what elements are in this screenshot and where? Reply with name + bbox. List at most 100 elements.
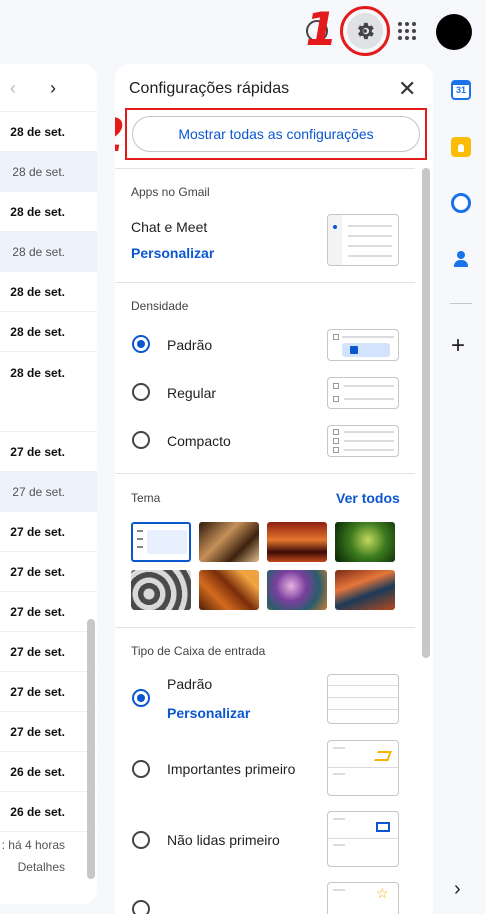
theme-pipes[interactable] xyxy=(131,570,191,610)
avatar[interactable] xyxy=(436,14,472,50)
show-all-settings-button[interactable]: Mostrar todas as configurações xyxy=(132,116,420,152)
table-row[interactable]: 28 de set. xyxy=(0,352,97,432)
pagination-nav: ‹ › xyxy=(0,64,97,112)
theme-canyon[interactable] xyxy=(267,522,327,562)
table-row[interactable]: 28 de set. xyxy=(0,312,97,352)
inbox-unread-thumbnail xyxy=(327,811,399,867)
tasks-icon[interactable] xyxy=(451,193,471,213)
settings-button[interactable] xyxy=(347,13,383,49)
apps-grid-icon[interactable] xyxy=(396,20,418,42)
table-row[interactable]: 26 de set. xyxy=(0,752,97,792)
apps-customize-link[interactable]: Personalizar xyxy=(131,245,214,261)
density-default-radio[interactable] xyxy=(132,335,150,353)
table-row[interactable]: 27 de set. xyxy=(0,472,97,512)
density-regular-label: Regular xyxy=(167,385,217,401)
apps-section-title: Apps no Gmail xyxy=(131,185,210,199)
table-row[interactable]: 27 de set. xyxy=(0,632,97,672)
add-addon-icon[interactable]: + xyxy=(451,334,465,358)
row-date: 27 de set. xyxy=(10,724,65,739)
chevron-right-icon[interactable]: › xyxy=(454,878,461,901)
inbox-starred-thumbnail: ☆ xyxy=(327,882,399,914)
row-date: 28 de set. xyxy=(10,124,65,139)
inbox-type-section-title: Tipo de Caixa de entrada xyxy=(131,644,266,658)
row-date: 27 de set. xyxy=(12,484,65,499)
table-row[interactable]: 28 de set. xyxy=(0,152,97,192)
row-date: 28 de set. xyxy=(10,204,65,219)
panel-scrollbar[interactable] xyxy=(422,168,430,658)
mail-rows: 28 de set. 28 de set. 28 de set. 28 de set.… xyxy=(0,112,97,832)
close-icon[interactable]: ✕ xyxy=(398,76,416,102)
density-compact-radio[interactable] xyxy=(132,431,150,449)
mail-list-panel: ‹ › 28 de set. 28 de set. 28 de set. 28 de … xyxy=(0,64,97,904)
table-row[interactable]: 28 de set. xyxy=(0,272,97,312)
density-default-thumbnail xyxy=(327,329,399,361)
chevron-right-icon[interactable]: › xyxy=(50,78,56,99)
row-date: 27 de set. xyxy=(10,684,65,699)
row-date: 28 de set. xyxy=(10,366,65,380)
theme-view-all-link[interactable]: Ver todos xyxy=(336,490,400,506)
table-row[interactable]: 26 de set. xyxy=(0,792,97,832)
row-date: 27 de set. xyxy=(10,524,65,539)
density-section-title: Densidade xyxy=(131,299,189,313)
annotation-one: 1 xyxy=(300,2,342,56)
top-bar: 1 xyxy=(0,0,486,62)
row-date: 28 de set. xyxy=(12,244,65,259)
inbox-unread-radio[interactable] xyxy=(132,831,150,849)
divider xyxy=(115,282,415,283)
panel-title: Configurações rápidas xyxy=(129,80,290,97)
row-date: 28 de set. xyxy=(10,324,65,339)
inbox-important-thumbnail xyxy=(327,740,399,796)
density-regular-radio[interactable] xyxy=(132,383,150,401)
inbox-default-radio[interactable] xyxy=(132,689,150,707)
theme-section-title: Tema xyxy=(131,491,161,505)
table-row[interactable]: 27 de set. xyxy=(0,592,97,632)
inbox-default-label: Padrão xyxy=(167,676,213,692)
row-date: 27 de set. xyxy=(10,444,65,459)
table-row[interactable]: 28 de set. xyxy=(0,232,97,272)
calendar-day: 31 xyxy=(455,85,466,95)
row-date: 26 de set. xyxy=(10,764,65,779)
table-row[interactable]: 28 de set. xyxy=(0,192,97,232)
table-row[interactable]: 27 de set. xyxy=(0,672,97,712)
divider xyxy=(115,168,415,169)
inbox-starred-radio[interactable] xyxy=(132,900,150,914)
row-date: 27 de set. xyxy=(10,564,65,579)
density-regular-thumbnail xyxy=(327,377,399,409)
theme-leaf[interactable] xyxy=(335,522,395,562)
inbox-customize-link[interactable]: Personalizar xyxy=(167,705,250,721)
inbox-unread-label: Não lidas primeiro xyxy=(167,832,280,848)
quick-settings-panel: Configurações rápidas ✕ Mostrar todas as… xyxy=(115,64,433,914)
row-date: 27 de set. xyxy=(10,604,65,619)
star-icon: ☆ xyxy=(376,885,389,901)
list-scrollbar[interactable] xyxy=(87,619,95,879)
table-row[interactable]: 27 de set. xyxy=(0,552,97,592)
density-default-label: Padrão xyxy=(167,337,213,353)
inbox-default-thumbnail xyxy=(327,674,399,724)
chat-meet-thumbnail xyxy=(327,214,399,266)
chevron-left-icon[interactable]: ‹ xyxy=(10,78,16,99)
calendar-icon[interactable]: 31 xyxy=(451,80,471,100)
keep-icon[interactable] xyxy=(451,137,471,157)
row-date: 28 de set. xyxy=(10,284,65,299)
table-row[interactable]: 27 de set. xyxy=(0,432,97,472)
density-compact-thumbnail xyxy=(327,425,399,457)
table-row[interactable]: 27 de set. xyxy=(0,712,97,752)
theme-rocks[interactable] xyxy=(335,570,395,610)
theme-chess[interactable] xyxy=(199,522,259,562)
show-all-highlight: Mostrar todas as configurações xyxy=(125,108,427,160)
row-date: 26 de set. xyxy=(10,804,65,819)
density-compact-label: Compacto xyxy=(167,433,231,449)
inbox-important-radio[interactable] xyxy=(132,760,150,778)
contacts-icon[interactable] xyxy=(451,249,471,269)
row-date: 28 de set. xyxy=(12,164,65,179)
divider xyxy=(115,627,415,628)
chat-meet-label: Chat e Meet xyxy=(131,219,208,235)
divider xyxy=(115,473,415,474)
details-link[interactable]: Detalhes xyxy=(0,860,97,874)
theme-default[interactable] xyxy=(131,522,191,562)
theme-autumn[interactable] xyxy=(199,570,259,610)
theme-bubbles[interactable] xyxy=(267,570,327,610)
table-row[interactable]: 27 de set. xyxy=(0,512,97,552)
activity-time: : há 4 horas xyxy=(1,838,65,852)
table-row[interactable]: 28 de set. xyxy=(0,112,97,152)
